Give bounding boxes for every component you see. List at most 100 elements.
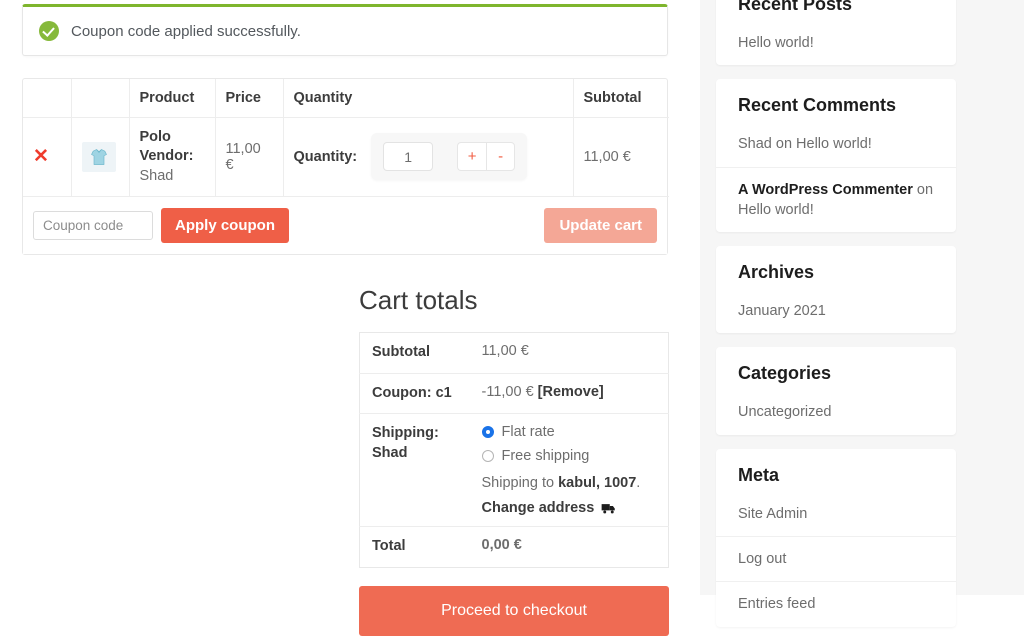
shipping-to-prefix: Shipping to bbox=[481, 475, 559, 492]
cell-quantity: Quantity: + - bbox=[283, 117, 574, 198]
shipping-option-label-flat-rate[interactable]: Flat rate bbox=[502, 424, 555, 440]
header-thumbnail bbox=[71, 79, 130, 118]
coupon-value-cell: -11,00 € [Remove] bbox=[470, 373, 669, 414]
apply-coupon-button[interactable]: Apply coupon bbox=[161, 208, 289, 244]
cart-totals-table: Subtotal 11,00 € Coupon: c1 -11,00 € [Re… bbox=[359, 332, 669, 568]
widget-categories: Categories Uncategorized bbox=[716, 347, 956, 435]
shipping-vendor: Shad bbox=[372, 444, 408, 461]
coupon-discount-value: -11,00 € bbox=[481, 383, 534, 400]
cart-totals-section: Cart totals Subtotal 11,00 € Coupon: c1 … bbox=[359, 285, 669, 568]
widget-list-archives: January 2021 bbox=[716, 289, 956, 333]
header-price: Price bbox=[215, 79, 284, 118]
totals-row-total: Total 0,00 € bbox=[360, 527, 669, 568]
delivery-truck-icon bbox=[601, 503, 616, 514]
cart-item-row: ✕ Polo Vendor: Shad 11,00 € Quantity: 1 … bbox=[23, 117, 669, 198]
list-item: January 2021 bbox=[716, 289, 956, 333]
shipping-option-flat-rate[interactable]: Flat rate bbox=[481, 424, 657, 440]
header-quantity: Quantity bbox=[283, 79, 574, 118]
product-vendor: Vendor: Shad bbox=[140, 147, 205, 186]
shipping-to-suffix: . bbox=[636, 475, 641, 492]
total-value: 0,00 € bbox=[481, 537, 522, 554]
product-name[interactable]: Polo bbox=[140, 128, 205, 148]
widget-title-meta: Meta bbox=[738, 464, 780, 485]
list-item: Entries feed bbox=[716, 581, 956, 626]
totals-row-coupon: Coupon: c1 -11,00 € [Remove] bbox=[359, 373, 669, 414]
list-item: Site Admin bbox=[716, 492, 956, 536]
totals-row-subtotal: Subtotal 11,00 € bbox=[359, 333, 669, 374]
category-link[interactable]: Uncategorized bbox=[716, 390, 956, 434]
meta-link-entries-feed[interactable]: Entries feed bbox=[716, 582, 956, 626]
widget-recent-posts: Recent Posts Hello world! bbox=[716, 0, 956, 66]
list-item: A WordPress Commenter on Hello world! bbox=[716, 166, 956, 233]
coupon-code-input[interactable] bbox=[33, 211, 153, 241]
cart-table-container: Product Price Quantity Subtotal ✕ Polo V… bbox=[22, 78, 669, 256]
list-item: Log out bbox=[716, 536, 956, 581]
quantity-label: Quantity: bbox=[293, 148, 358, 165]
proceed-to-checkout-button[interactable]: Proceed to checkout bbox=[359, 585, 669, 636]
polo-shirt-thumbnail[interactable] bbox=[81, 141, 116, 172]
checkout-button-wrap: Proceed to checkout bbox=[359, 585, 669, 636]
totals-row-shipping: Shipping: Shad Flat rate Free shipping S… bbox=[359, 414, 669, 527]
shipping-label-cell: Shipping: Shad bbox=[360, 414, 470, 527]
shipping-destination: Shipping to kabul, 1007. bbox=[482, 475, 657, 491]
archive-link[interactable]: January 2021 bbox=[716, 289, 956, 333]
coupon-actions-row: Apply coupon Update cart bbox=[23, 197, 667, 255]
vendor-name: Shad bbox=[139, 167, 174, 184]
subtotal-value: 11,00 € bbox=[481, 343, 529, 360]
widget-meta: Meta Site Admin Log out Entries feed bbox=[716, 448, 956, 627]
page-root: Coupon code applied successfully. Produc… bbox=[0, 0, 1024, 636]
vendor-label: Vendor: bbox=[139, 148, 194, 165]
list-item: Uncategorized bbox=[716, 390, 956, 434]
remove-item-icon[interactable]: ✕ bbox=[33, 147, 49, 166]
comment-author: A WordPress Commenter bbox=[738, 181, 913, 198]
cell-price: 11,00 € bbox=[215, 117, 284, 198]
notice-message: Coupon code applied successfully. bbox=[71, 22, 301, 40]
update-cart-button[interactable]: Update cart bbox=[544, 208, 657, 244]
shipping-label: Shipping: bbox=[372, 425, 439, 442]
radio-flat-rate[interactable] bbox=[481, 426, 494, 439]
widget-title-recent-comments: Recent Comments bbox=[738, 95, 897, 116]
list-item: Shad on Hello world! bbox=[716, 122, 956, 166]
cell-product: Polo Vendor: Shad bbox=[129, 117, 216, 198]
widget-archives: Archives January 2021 bbox=[716, 246, 956, 334]
shipping-option-label-free-shipping[interactable]: Free shipping bbox=[502, 448, 590, 464]
recent-post-link[interactable]: Hello world! bbox=[716, 21, 956, 65]
remove-coupon-link[interactable]: [Remove] bbox=[538, 384, 604, 400]
coupon-label: Coupon: c1 bbox=[372, 384, 452, 401]
widget-title-categories: Categories bbox=[738, 363, 832, 384]
quantity-stepper: + - bbox=[371, 133, 528, 181]
meta-link-site-admin[interactable]: Site Admin bbox=[716, 492, 956, 536]
widget-list-recent-comments: Shad on Hello world! A WordPress Comment… bbox=[716, 122, 956, 232]
widget-title-archives: Archives bbox=[738, 262, 815, 283]
change-address-label: Change address bbox=[481, 500, 595, 517]
header-remove bbox=[23, 79, 72, 118]
cell-subtotal: 11,00 € bbox=[573, 117, 669, 198]
shipping-options-cell: Flat rate Free shipping Shipping to kabu… bbox=[470, 414, 669, 527]
meta-link-log-out[interactable]: Log out bbox=[716, 537, 956, 581]
header-subtotal: Subtotal bbox=[573, 79, 669, 118]
quantity-input[interactable] bbox=[383, 142, 434, 172]
recent-comment-link-1[interactable]: Shad on Hello world! bbox=[716, 122, 956, 166]
shipping-to-address: kabul, 1007 bbox=[558, 475, 637, 492]
quantity-decrease-button[interactable]: - bbox=[486, 142, 516, 172]
total-label: Total bbox=[372, 538, 406, 555]
sidebar: Recent Posts Hello world! Recent Comment… bbox=[700, 0, 1024, 627]
widget-list-categories: Uncategorized bbox=[716, 390, 956, 434]
subtotal-label: Subtotal bbox=[372, 344, 430, 361]
quantity-increase-button[interactable]: + bbox=[457, 142, 487, 172]
cell-thumbnail bbox=[71, 117, 130, 198]
cart-totals-title: Cart totals bbox=[359, 285, 478, 316]
main-content: Coupon code applied successfully. Produc… bbox=[0, 0, 700, 636]
radio-free-shipping[interactable] bbox=[481, 450, 494, 463]
cart-table-header-row: Product Price Quantity Subtotal bbox=[23, 79, 669, 118]
coupon-success-notice: Coupon code applied successfully. bbox=[22, 4, 668, 56]
recent-comment-link-2[interactable]: A WordPress Commenter on Hello world! bbox=[716, 168, 956, 233]
widget-recent-comments: Recent Comments Shad on Hello world! A W… bbox=[716, 79, 956, 233]
cart-table: Product Price Quantity Subtotal ✕ Polo V… bbox=[23, 79, 669, 198]
change-address-link[interactable]: Change address bbox=[482, 500, 617, 516]
widget-title-recent-posts: Recent Posts bbox=[738, 0, 853, 14]
cell-remove: ✕ bbox=[23, 117, 72, 198]
shipping-option-free-shipping[interactable]: Free shipping bbox=[481, 448, 657, 464]
widget-list-recent-posts: Hello world! bbox=[716, 21, 956, 65]
header-product: Product bbox=[129, 79, 216, 118]
